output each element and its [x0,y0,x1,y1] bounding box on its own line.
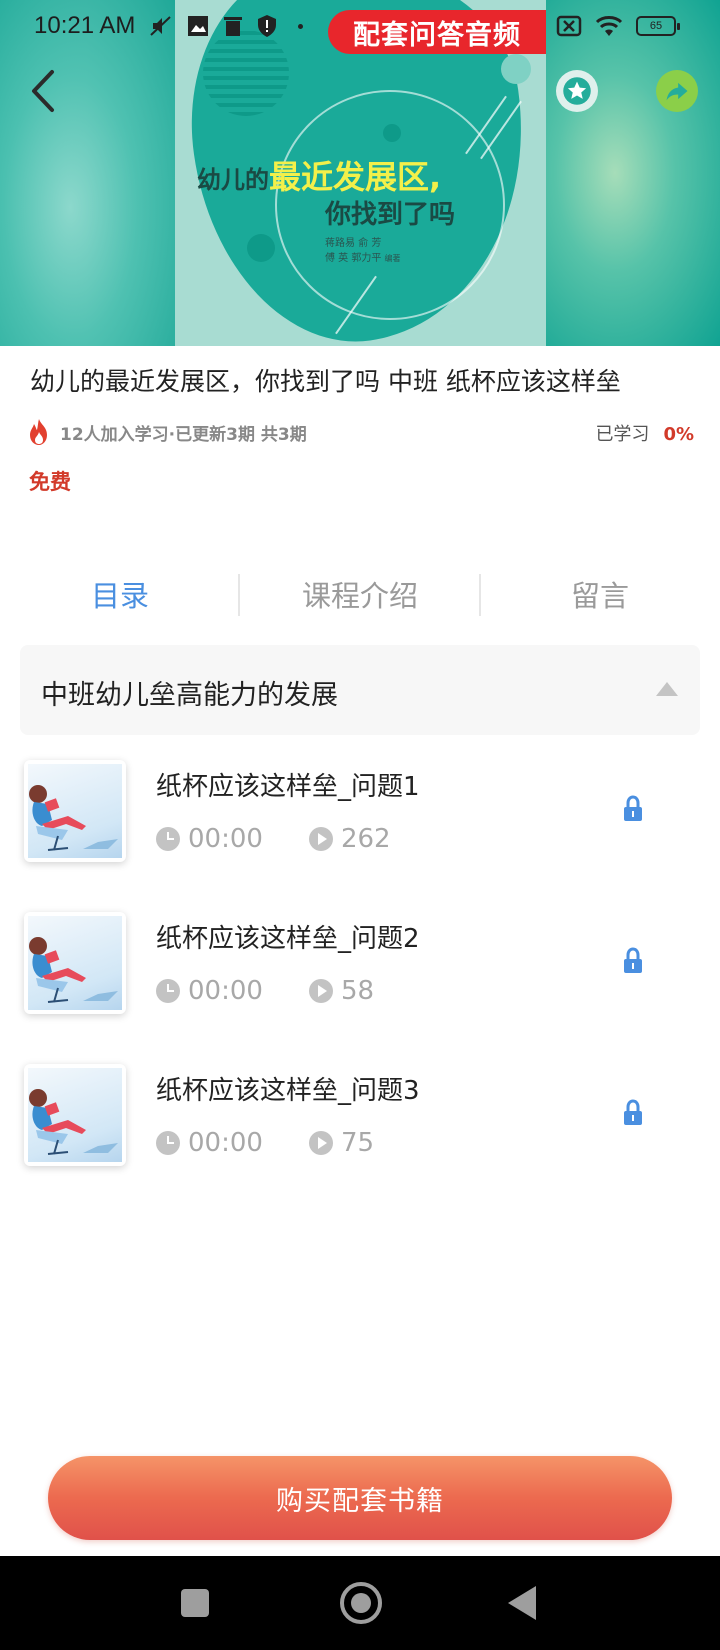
lesson-play-count: 58 [340,976,375,1006]
lesson-title: 纸杯应该这样垒_问题1 [156,772,420,802]
image-icon [188,16,208,36]
lesson-stats: 00:00 262 [156,824,391,854]
recents-button[interactable] [181,1589,209,1617]
learned-label: 已学习 [595,424,650,445]
back-button[interactable] [26,66,62,116]
lesson-item[interactable]: 纸杯应该这样垒_问题3 00:00 75 [24,1064,696,1174]
cover-title-line1: 幼儿的最近发展区, [197,158,442,196]
home-button[interactable] [340,1582,382,1624]
cover-triangle [475,268,499,290]
lesson-play-count: 262 [340,824,391,854]
system-back-button[interactable] [508,1586,536,1620]
lesson-duration: 00:00 [188,824,263,854]
fire-icon [30,419,47,445]
learned-percent: 0% [663,424,694,445]
star-icon [563,77,591,105]
system-nav-bar [0,1556,720,1650]
lesson-stats: 00:00 58 [156,976,374,1006]
tab-divider [479,574,481,616]
lesson-title: 纸杯应该这样垒_问题2 [156,924,420,954]
cover-blur-right [545,0,720,346]
tab-comments[interactable]: 留言 [480,570,720,622]
cover-title-line2: 你找到了吗 [325,200,456,230]
lesson-stats: 00:00 75 [156,1128,374,1158]
lock-icon [624,947,642,973]
triangle-up-icon [656,682,678,696]
clock-icon [156,979,180,1003]
tab-divider [238,574,240,616]
lesson-thumbnail [24,912,126,1014]
reading-woman-illustration [29,937,118,1003]
cover-stripe-circle [203,30,289,116]
lock-icon [624,1099,642,1125]
play-icon [308,1131,333,1155]
reading-woman-illustration [29,785,118,851]
course-title: 幼儿的最近发展区，你找到了吗 中班 纸杯应该这样垒 [30,367,621,396]
clock-icon [156,1131,180,1155]
play-icon [308,827,333,851]
buy-book-button[interactable]: 购买配套书籍 [48,1456,672,1540]
tab-course-intro[interactable]: 课程介绍 [240,570,480,622]
share-arrow-icon [666,82,688,101]
sim-off-icon [556,15,582,37]
course-meta-text: 12人加入学习·已更新3期 共3期 [60,424,307,445]
battery-icon: 65 [636,16,680,36]
learned-progress: 已学习 0% [595,420,694,446]
reading-woman-illustration [29,1089,118,1155]
audio-qa-banner[interactable]: 配套问答音频 [328,10,546,54]
cover-authors: 蒋路易 俞 芳 傅 英 郭力平 编著 [325,238,401,264]
status-icons-right: 65 [556,14,680,38]
back-arrow-icon [32,70,54,112]
lesson-item[interactable]: 纸杯应该这样垒_问题1 00:00 262 [24,760,696,870]
price-label: 免费 [29,470,71,494]
dot-icon [298,23,303,29]
lesson-duration: 00:00 [188,976,263,1006]
lock-icon [624,795,642,821]
chapter-header[interactable]: 中班幼儿垒高能力的发展 [20,645,700,735]
course-meta-row: 12人加入学习·已更新3期 共3期 已学习 0% [26,418,694,446]
cover-dot [501,54,531,84]
status-time: 10:21 AM [34,12,136,39]
status-icons-left [148,14,303,38]
lesson-item[interactable]: 纸杯应该这样垒_问题2 00:00 58 [24,912,696,1022]
mute-icon [150,16,171,36]
lesson-duration: 00:00 [188,1128,263,1158]
tab-bar: 目录 课程介绍 留言 [0,570,720,622]
clock-icon [156,827,180,851]
cover-dot [383,124,401,142]
lesson-thumbnail [24,760,126,862]
shield-icon [258,15,276,37]
cover-dot [247,234,275,262]
lesson-thumbnail [24,1064,126,1166]
tab-catalog[interactable]: 目录 [0,570,240,622]
play-icon [308,979,333,1003]
favorite-button[interactable] [556,70,598,112]
chapter-title: 中班幼儿垒高能力的发展 [41,680,338,711]
wifi-icon [595,16,623,36]
trash-icon [224,17,242,36]
cover-blur-left [0,0,175,346]
share-button[interactable] [656,70,698,112]
lesson-title: 纸杯应该这样垒_问题3 [156,1076,420,1106]
lesson-play-count: 75 [340,1128,375,1158]
